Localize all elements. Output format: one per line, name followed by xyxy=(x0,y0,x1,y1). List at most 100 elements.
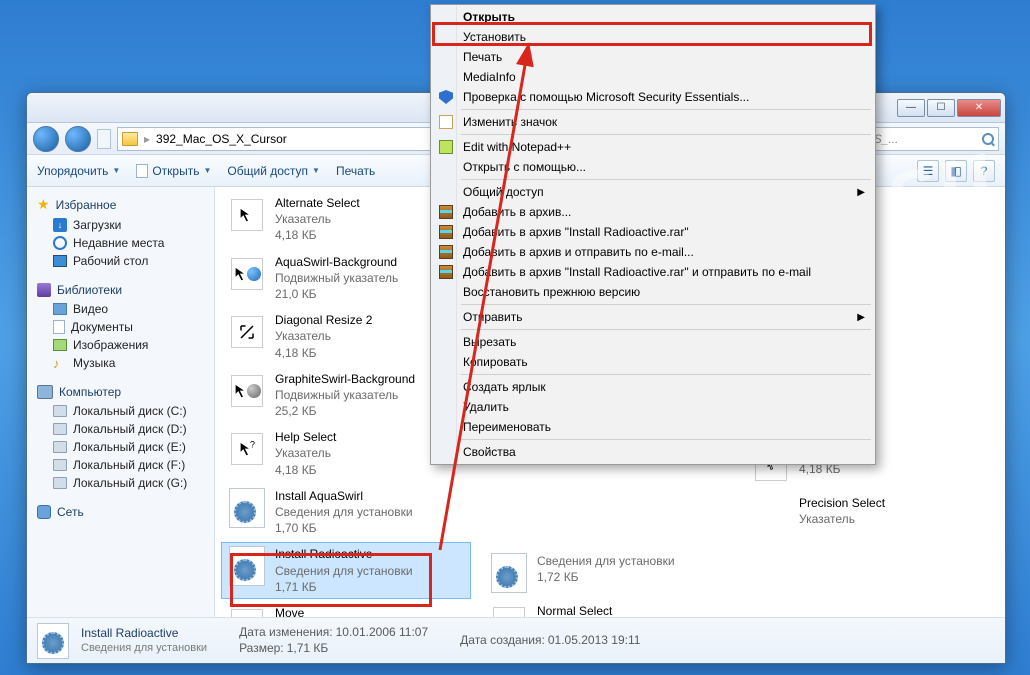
cm-install[interactable]: Установить xyxy=(433,27,873,47)
sidebar-desktop[interactable]: Рабочий стол xyxy=(27,252,214,270)
sidebar-downloads[interactable]: ↓Загрузки xyxy=(27,216,214,234)
cm-mediainfo[interactable]: MediaInfo xyxy=(433,67,873,87)
view-button[interactable]: ☰ xyxy=(917,160,939,182)
cm-open[interactable]: Открыть xyxy=(433,7,873,27)
file-name: Normal Select xyxy=(537,603,612,617)
file-item[interactable]: Install RadioactiveСведения для установк… xyxy=(221,542,471,599)
cm-rename[interactable]: Переименовать xyxy=(433,417,873,437)
file-size: 1,70 КБ xyxy=(275,520,413,536)
drive-icon xyxy=(53,459,67,471)
cm-open-with[interactable]: Открыть с помощью... xyxy=(433,157,873,177)
rar-icon xyxy=(439,245,453,259)
toolbar-share[interactable]: Общий доступ▼ xyxy=(227,164,320,178)
context-menu: Открыть Установить Печать MediaInfo Пров… xyxy=(430,4,876,465)
file-size: 1,72 КБ xyxy=(537,569,675,585)
sidebar-libraries[interactable]: Библиотеки xyxy=(27,280,214,300)
film-icon xyxy=(53,303,67,315)
nav-history-dropdown[interactable] xyxy=(97,129,111,149)
minimize-button[interactable]: — xyxy=(897,99,925,117)
sidebar-drive-d[interactable]: Локальный диск (D:) xyxy=(27,420,214,438)
breadcrumb-folder[interactable]: 392_Mac_OS_X_Cursor xyxy=(156,132,287,146)
library-icon xyxy=(37,283,51,297)
cm-add-email[interactable]: Добавить в архив и отправить по e-mail..… xyxy=(433,242,873,262)
file-name: GraphiteSwirl-Background xyxy=(275,371,415,387)
file-size: 4,18 КБ xyxy=(275,345,372,361)
sidebar-music[interactable]: ♪Музыка xyxy=(27,354,214,372)
help-button[interactable]: ? xyxy=(973,160,995,182)
file-name: Precision Select xyxy=(799,495,885,511)
file-type: Указатель xyxy=(275,445,336,461)
sidebar-video[interactable]: Видео xyxy=(27,300,214,318)
cursor-icon xyxy=(493,607,525,617)
sidebar-documents[interactable]: Документы xyxy=(27,318,214,336)
cursor-icon xyxy=(231,609,263,617)
file-name: Install Radioactive xyxy=(275,546,413,562)
cm-shortcut[interactable]: Создать ярлык xyxy=(433,377,873,397)
cm-copy[interactable]: Копировать xyxy=(433,352,873,372)
cm-share[interactable]: Общий доступ▶ xyxy=(433,182,873,202)
cm-delete[interactable]: Удалить xyxy=(433,397,873,417)
file-type: Указатель xyxy=(275,328,372,344)
sidebar-images[interactable]: Изображения xyxy=(27,336,214,354)
cm-print[interactable]: Печать xyxy=(433,47,873,67)
cm-edit-npp[interactable]: Edit with Notepad++ xyxy=(433,137,873,157)
file-name: Alternate Select xyxy=(275,195,360,211)
sidebar-drive-e[interactable]: Локальный диск (E:) xyxy=(27,438,214,456)
ani-cursor-icon xyxy=(231,375,263,407)
cursor-icon: ? xyxy=(231,433,263,465)
preview-pane-button[interactable]: ◧ xyxy=(945,160,967,182)
drive-icon xyxy=(53,405,67,417)
file-size: 4,18 КБ xyxy=(275,227,360,243)
star-icon: ★ xyxy=(37,196,50,213)
file-type: Указатель xyxy=(275,211,360,227)
file-item[interactable]: Precision SelectУказатель xyxy=(745,491,995,539)
details-filetype: Сведения для установки xyxy=(81,641,207,655)
sidebar-favorites[interactable]: ★Избранное xyxy=(27,193,214,216)
file-item[interactable]: Normal SelectУказатель xyxy=(483,599,733,617)
file-size: 21,0 КБ xyxy=(275,286,398,302)
sidebar-computer[interactable]: Компьютер xyxy=(27,382,214,402)
file-item[interactable]: Сведения для установки1,72 КБ xyxy=(483,549,733,597)
file-size: 25,2 КБ xyxy=(275,403,415,419)
file-item[interactable]: Install AquaSwirlСведения для установки1… xyxy=(221,484,471,541)
toolbar-open[interactable]: Открыть▼ xyxy=(136,164,211,178)
sidebar-drive-g[interactable]: Локальный диск (G:) xyxy=(27,474,214,492)
sidebar: ★Избранное ↓Загрузки Недавние места Рабо… xyxy=(27,187,215,617)
cm-send-to[interactable]: Отправить▶ xyxy=(433,307,873,327)
ani-cursor-icon xyxy=(231,258,263,290)
cm-add-archive[interactable]: Добавить в архив... xyxy=(433,202,873,222)
file-item[interactable]: MoveУказатель xyxy=(221,601,471,617)
notepadpp-icon xyxy=(439,140,453,154)
file-type: Подвижный указатель xyxy=(275,270,398,286)
picture-icon xyxy=(53,339,67,351)
file-type: Сведения для установки xyxy=(537,553,675,569)
note-icon xyxy=(439,115,453,129)
sidebar-drive-f[interactable]: Локальный диск (F:) xyxy=(27,456,214,474)
cm-change-icon[interactable]: Изменить значок xyxy=(433,112,873,132)
music-icon: ♪ xyxy=(53,356,67,370)
cm-restore[interactable]: Восстановить прежнюю версию xyxy=(433,282,873,302)
cm-add-rar[interactable]: Добавить в архив "Install Radioactive.ra… xyxy=(433,222,873,242)
download-icon: ↓ xyxy=(53,218,67,232)
cm-cut[interactable]: Вырезать xyxy=(433,332,873,352)
clock-icon xyxy=(53,236,67,250)
cm-properties[interactable]: Свойства xyxy=(433,442,873,462)
inf-file-icon xyxy=(491,553,527,593)
close-button[interactable]: ✕ xyxy=(957,99,1001,117)
cm-mse[interactable]: Проверка с помощью Microsoft Security Es… xyxy=(433,87,873,107)
monitor-icon xyxy=(53,255,67,267)
nav-forward-button[interactable] xyxy=(65,126,91,152)
inf-file-icon xyxy=(37,623,69,659)
nav-back-button[interactable] xyxy=(33,126,59,152)
drive-icon xyxy=(53,441,67,453)
maximize-button[interactable]: ☐ xyxy=(927,99,955,117)
file-type: Сведения для установки xyxy=(275,563,413,579)
file-type: Сведения для установки xyxy=(275,504,413,520)
sidebar-drive-c[interactable]: Локальный диск (C:) xyxy=(27,402,214,420)
sidebar-network[interactable]: Сеть xyxy=(27,502,214,522)
folder-icon xyxy=(122,132,138,146)
toolbar-print[interactable]: Печать xyxy=(336,164,375,178)
sidebar-recent[interactable]: Недавние места xyxy=(27,234,214,252)
cm-add-rar-email[interactable]: Добавить в архив "Install Radioactive.ra… xyxy=(433,262,873,282)
toolbar-organize[interactable]: Упорядочить▼ xyxy=(37,164,120,178)
